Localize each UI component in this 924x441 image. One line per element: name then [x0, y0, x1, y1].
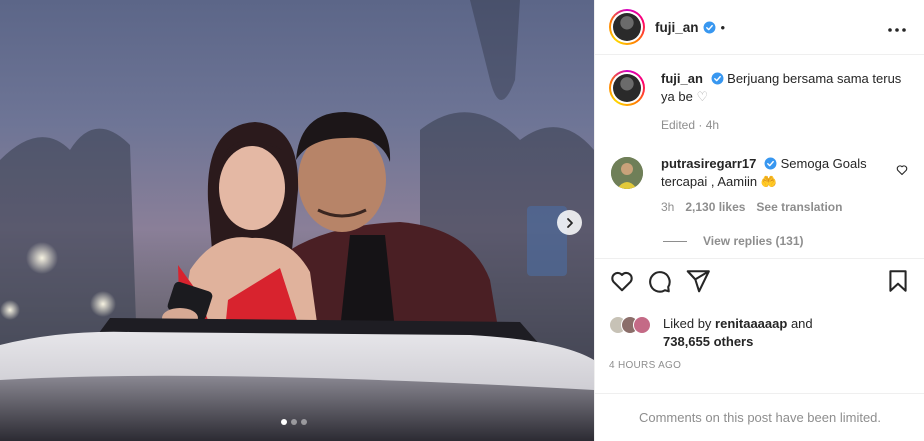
share-button[interactable] — [685, 268, 711, 299]
carousel-dot — [291, 419, 297, 425]
bookmark-icon — [889, 270, 907, 292]
heart-icon — [611, 271, 633, 292]
comment-button[interactable] — [646, 268, 672, 299]
caption-heart-emoji: ♡ — [696, 89, 709, 104]
caption-avatar[interactable] — [609, 70, 645, 106]
post-photo-scene — [0, 0, 594, 441]
verified-badge-icon — [711, 72, 723, 85]
comment-time[interactable]: 3h — [661, 198, 674, 216]
comments-section: fuji_an Berjuang bersama sama terus ya b… — [595, 56, 924, 259]
view-replies-label: View replies (131) — [703, 234, 804, 248]
save-button[interactable] — [885, 268, 911, 299]
verified-badge-icon — [764, 157, 777, 170]
post-timestamp[interactable]: 4 HOURS AGO — [609, 360, 681, 371]
author-username[interactable]: fuji_an — [655, 20, 699, 35]
liked-by-others[interactable]: 738,655 others — [663, 334, 753, 349]
send-icon — [686, 270, 710, 293]
comment-item: putrasiregarr17 Semoga Goals tercapai , … — [609, 155, 914, 216]
more-options-button[interactable] — [888, 19, 906, 37]
carousel-dots — [281, 419, 307, 425]
caption: fuji_an Berjuang bersama sama terus ya b… — [609, 70, 914, 134]
view-replies-button[interactable]: View replies (131) — [663, 234, 804, 248]
author-avatar[interactable] — [609, 9, 645, 45]
liker-avatar[interactable] — [633, 316, 651, 334]
heart-icon — [896, 165, 908, 176]
like-button[interactable] — [609, 268, 635, 299]
caption-username[interactable]: fuji_an — [661, 71, 703, 86]
caption-meta: Edited · 4h — [661, 118, 720, 132]
more-horizontal-icon — [888, 28, 906, 32]
carousel-dot — [301, 419, 307, 425]
liked-by-and: and — [790, 316, 813, 331]
post-sidebar: fuji_an • fuji_an Berjuang bersama sama … — [594, 0, 924, 441]
likes-summary: Liked by renitaaaaap and 738,655 others — [609, 315, 909, 351]
commenter-username[interactable]: putrasiregarr17 — [661, 156, 756, 171]
see-translation-link[interactable]: See translation — [756, 198, 842, 216]
replies-divider-line — [663, 240, 687, 242]
header-separator: • — [720, 19, 726, 35]
liker-avatars — [609, 316, 657, 336]
comment-like-button[interactable] — [896, 163, 908, 181]
next-slide-button[interactable] — [557, 210, 582, 235]
post-photo — [0, 0, 594, 441]
carousel-dot-active — [281, 419, 287, 425]
comment-emoji: 🤲 — [760, 174, 777, 189]
liked-by-prefix: Liked by — [663, 316, 712, 331]
liked-by-user[interactable]: renitaaaaap — [715, 316, 787, 331]
post-header: fuji_an • — [595, 0, 924, 55]
verified-badge-icon — [703, 21, 715, 33]
chevron-right-icon — [566, 217, 573, 228]
comment-icon — [649, 271, 671, 293]
action-bar — [609, 268, 915, 300]
commenter-avatar[interactable] — [611, 157, 643, 189]
comments-limited-notice: Comments on this post have been limited. — [595, 393, 924, 441]
comment-likes[interactable]: 2,130 likes — [685, 198, 745, 216]
